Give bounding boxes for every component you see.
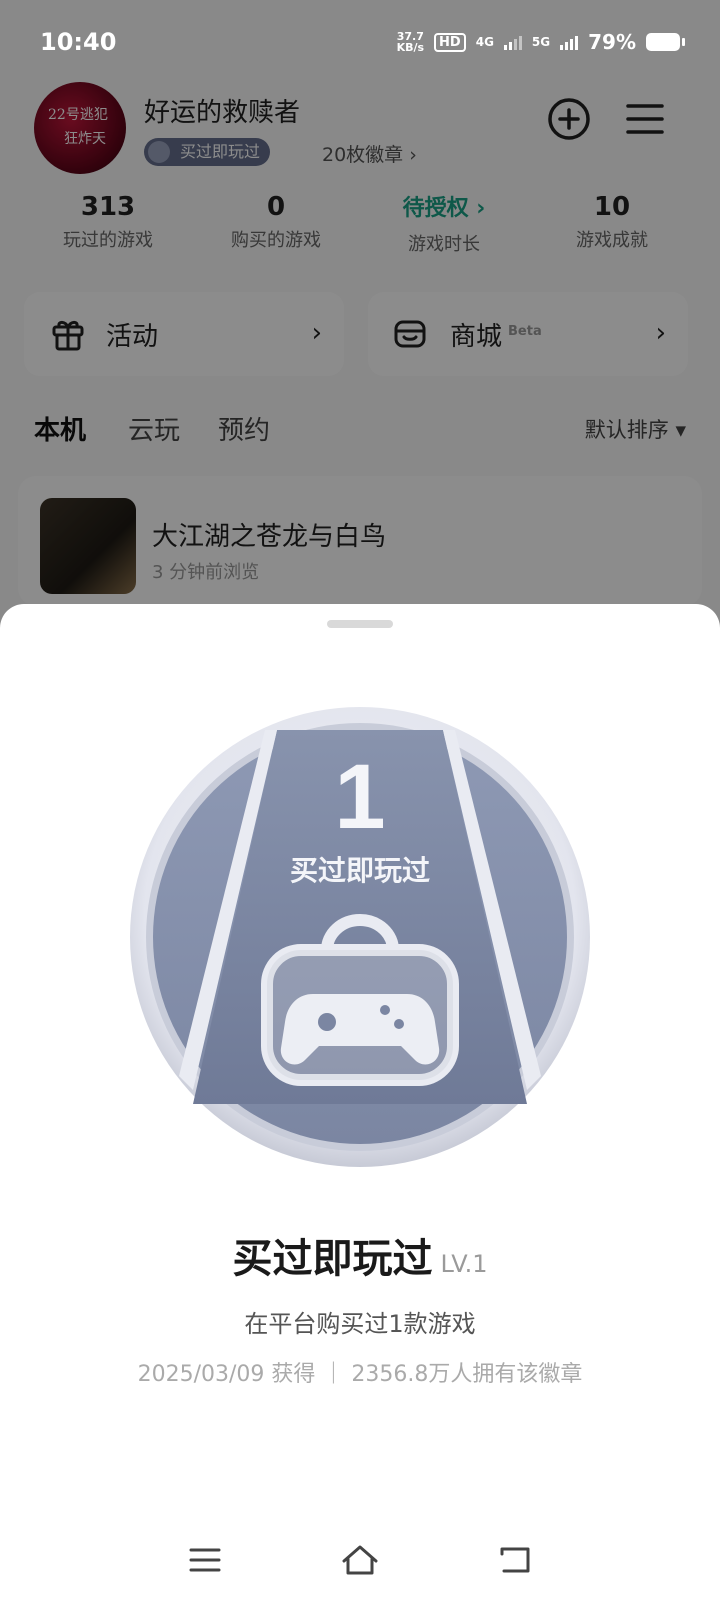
status-time: 10:40 — [40, 28, 117, 56]
signal-5g-icon — [560, 34, 579, 50]
medal-caption: 买过即玩过 — [290, 854, 430, 887]
net-4g-label: 4G — [475, 35, 494, 49]
battery-icon — [646, 33, 685, 51]
signal-4g-icon — [503, 34, 522, 50]
badge-description: 在平台购买过1款游戏 — [244, 1310, 476, 1338]
hd-icon: HD — [434, 32, 466, 52]
badge-meta: 2025/03/09 获得 ｜ 2356.8万人拥有该徽章 — [137, 1362, 583, 1387]
battery-percent: 79% — [588, 30, 636, 54]
badge-level: LV.1 — [440, 1250, 488, 1278]
recents-icon[interactable] — [188, 1545, 222, 1575]
net-5g-label: 5G — [531, 35, 551, 49]
system-nav-bar — [0, 1515, 720, 1605]
badge-title: 买过即玩过 LV.1 — [0, 1226, 720, 1284]
net-speed: 37.7 KB/s — [397, 31, 424, 53]
drag-handle[interactable] — [327, 620, 393, 628]
badge-name: 买过即玩过 — [232, 1236, 433, 1282]
back-icon[interactable] — [498, 1545, 532, 1575]
badge-detail-sheet: 1 买过即玩过 买过即玩过 LV.1 在平台购买过1款游戏 2025/03/09 … — [0, 604, 720, 1605]
home-icon[interactable] — [340, 1543, 380, 1577]
net-speed-unit: KB/s — [396, 41, 425, 54]
medal-number: 1 — [334, 746, 385, 848]
status-bar: 10:40 37.7 KB/s HD 4G 5G 79% — [0, 0, 720, 84]
badge-medal-icon: 1 买过即玩过 — [130, 707, 590, 1167]
